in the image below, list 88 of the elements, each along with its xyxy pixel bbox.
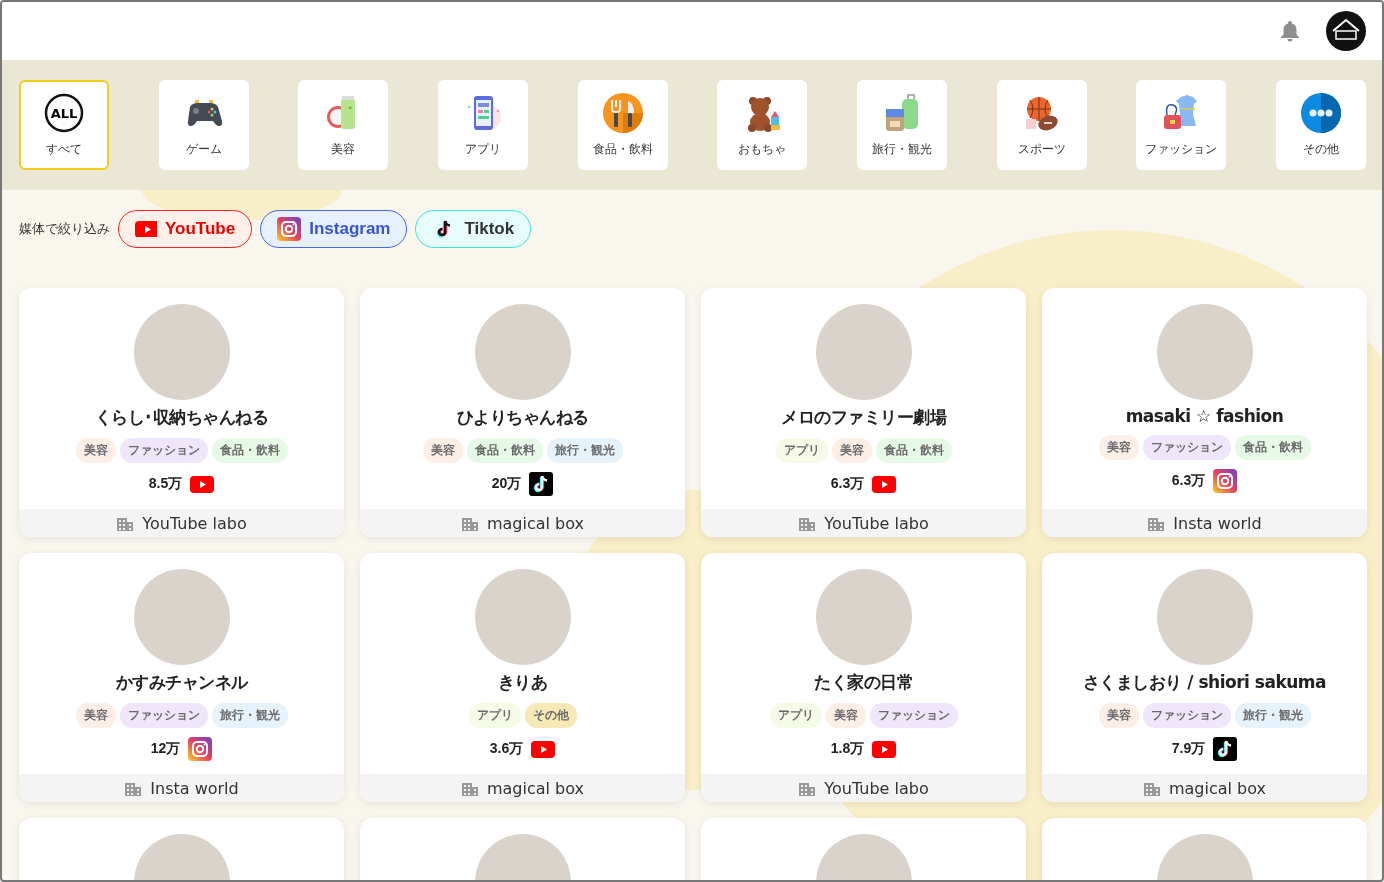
creator-card[interactable]: きりあ アプリ その他 3.6万 magical box — [360, 553, 685, 802]
video-play-icon — [531, 740, 556, 758]
camera-app-icon — [188, 737, 213, 761]
creator-card[interactable] — [360, 818, 685, 880]
category-tag: 旅行・観光 — [1234, 703, 1311, 728]
category-tag: 食品・飲料 — [466, 438, 543, 463]
creator-card[interactable]: ひよりちゃんねる 美容 食品・飲料 旅行・観光 20万 magical box — [360, 288, 685, 537]
follower-count: 7.9万 — [1171, 740, 1206, 758]
category-tile[interactable]: おもちゃ — [717, 80, 808, 170]
fork-knife-icon — [602, 92, 643, 133]
category-tile[interactable]: 旅行・観光 — [856, 80, 947, 170]
creator-card[interactable]: masaki ☆ fashion 美容 ファッション 食品・飲料 6.3万 Insta world — [1042, 288, 1367, 537]
category-tile[interactable]: ALL すべて — [19, 80, 109, 170]
agency-name: YouTube labo — [824, 778, 929, 798]
category-tile[interactable]: スポーツ — [996, 80, 1087, 170]
category-tile[interactable]: 食品・飲料 — [577, 80, 668, 170]
category-tag: ファッション — [119, 703, 208, 728]
creator-name: masaki ☆ fashion — [1125, 406, 1284, 426]
creator-card[interactable]: メロのファミリー劇場 アプリ 美容 食品・飲料 6.3万 YouTube labo — [701, 288, 1026, 537]
house-logo-icon[interactable] — [1326, 11, 1366, 51]
follower-count: 6.3万 — [830, 475, 865, 493]
creator-name: たく家の日常 — [814, 671, 913, 694]
creator-card[interactable]: さくましおり / shiori sakuma 美容 ファッション 旅行・観光 7.9万 magical box — [1042, 553, 1367, 802]
category-tag: ファッション — [1142, 435, 1231, 460]
follower-count: 3.6万 — [489, 740, 524, 758]
platform-filter-chip[interactable]: Instagram — [260, 210, 408, 248]
filter-label: 媒体で絞り込み — [19, 220, 110, 238]
category-tag: ファッション — [119, 438, 208, 463]
creator-name: かすみチャンネル — [115, 671, 248, 694]
agency-name: Insta world — [150, 778, 239, 798]
category-tag: 美容 — [825, 703, 866, 728]
follower-count: 20万 — [491, 475, 522, 493]
category-tag: その他 — [524, 703, 577, 728]
video-play-icon — [190, 475, 215, 493]
creator-card[interactable] — [701, 818, 1026, 880]
platform-filter-chip[interactable]: YouTube — [118, 210, 253, 248]
category-tag: アプリ — [769, 703, 822, 728]
category-tile[interactable]: アプリ — [437, 80, 528, 170]
category-tag: アプリ — [468, 703, 521, 728]
category-tile[interactable]: 美容 — [298, 80, 389, 170]
more-dots-icon — [1300, 92, 1341, 133]
notification-bell-icon[interactable] — [1278, 19, 1302, 43]
video-play-icon — [872, 475, 897, 493]
creator-card[interactable]: たく家の日常 アプリ 美容 ファッション 1.8万 YouTube labo — [701, 553, 1026, 802]
video-play-icon — [872, 740, 897, 758]
category-tag: 美容 — [831, 438, 872, 463]
camera-app-icon — [1213, 469, 1238, 493]
platform-filter-chip[interactable]: Tiktok — [415, 210, 532, 248]
category-tag: ファッション — [869, 703, 958, 728]
follower-count: 1.8万 — [830, 740, 865, 758]
follower-count: 12万 — [150, 740, 181, 758]
category-tag: 美容 — [422, 438, 463, 463]
video-play-icon — [135, 221, 157, 237]
camera-app-icon — [277, 217, 302, 241]
creator-card[interactable] — [1042, 818, 1367, 880]
category-tile[interactable]: ファッション — [1136, 80, 1227, 170]
all-circle-icon: ALL — [44, 92, 84, 133]
category-tag: 美容 — [75, 703, 116, 728]
category-tag: ファッション — [1142, 703, 1231, 728]
agency-name: magical box — [1168, 778, 1266, 798]
category-tag: 美容 — [1098, 703, 1139, 728]
creator-card[interactable]: かすみチャンネル 美容 ファッション 旅行・観光 12万 Insta world — [19, 553, 344, 802]
creator-name: きりあ — [497, 671, 548, 694]
creator-name: くらし･収納ちゃんねる — [94, 406, 269, 429]
agency-name: magical box — [486, 778, 584, 798]
agency-name: YouTube labo — [142, 513, 247, 533]
agency-name: Insta world — [1173, 513, 1262, 533]
category-tag: 食品・飲料 — [875, 438, 952, 463]
creator-card[interactable] — [19, 818, 344, 880]
category-tag: 旅行・観光 — [546, 438, 623, 463]
music-note-icon — [529, 472, 554, 496]
category-tag: 食品・飲料 — [211, 438, 288, 463]
creator-name: ひよりちゃんねる — [456, 406, 589, 429]
creator-card[interactable]: くらし･収納ちゃんねる 美容 ファッション 食品・飲料 8.5万 YouTube labo — [19, 288, 344, 537]
category-tag: 旅行・観光 — [211, 703, 288, 728]
agency-name: YouTube labo — [824, 513, 929, 533]
category-tile[interactable]: その他 — [1275, 80, 1366, 170]
category-tag: 美容 — [75, 438, 116, 463]
follower-count: 8.5万 — [148, 475, 183, 493]
category-tag: 美容 — [1098, 435, 1139, 460]
agency-name: magical box — [486, 513, 584, 533]
category-tag: 食品・飲料 — [1234, 435, 1311, 460]
creator-name: さくましおり / shiori sakuma — [1082, 671, 1327, 694]
music-note-icon — [1213, 737, 1238, 761]
creator-name: メロのファミリー劇場 — [781, 406, 946, 429]
category-tag: アプリ — [775, 438, 828, 463]
follower-count: 6.3万 — [1171, 472, 1206, 490]
category-tile[interactable]: ゲーム — [158, 80, 249, 170]
